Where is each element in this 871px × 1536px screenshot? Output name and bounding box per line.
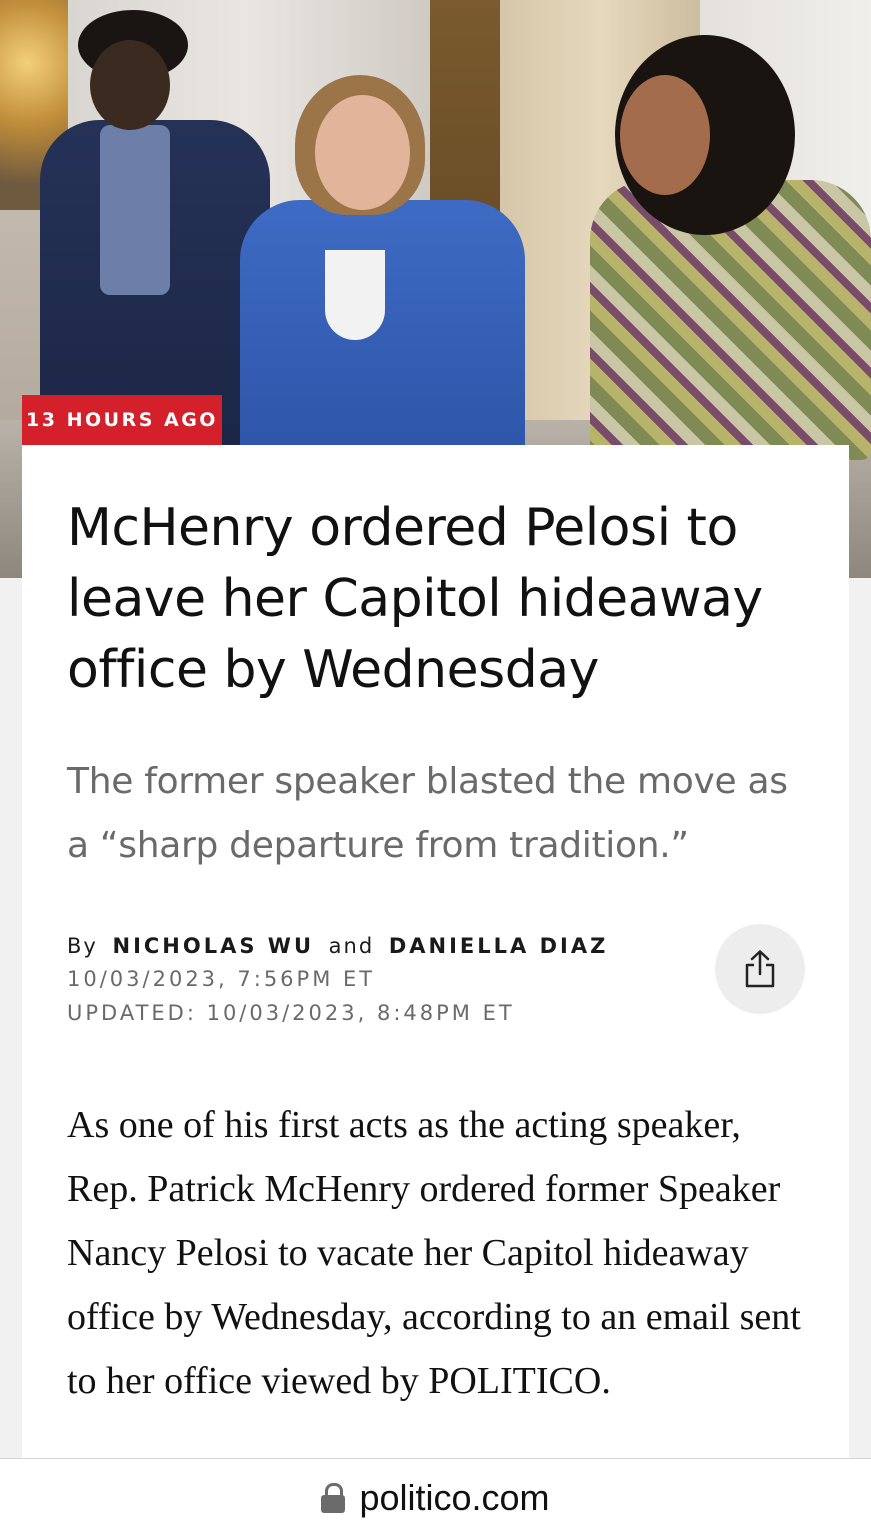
browser-address-bar[interactable]: politico.com: [0, 1458, 871, 1536]
author-link-1[interactable]: NICHOLAS WU: [113, 934, 315, 958]
article-body-paragraph: As one of his first acts as the acting s…: [67, 1104, 801, 1402]
article-headline: McHenry ordered Pelosi to leave her Capi…: [67, 498, 763, 700]
share-button[interactable]: [715, 924, 805, 1014]
lock-icon: [321, 1483, 346, 1513]
article-card: McHenry ordered Pelosi to leave her Capi…: [22, 445, 849, 1465]
byline-and: and: [328, 934, 375, 958]
article-dates: 10/03/2023, 7:56PM ET UPDATED: 10/03/202…: [67, 962, 515, 1030]
author-link-2[interactable]: DANIELLA DIAZ: [389, 934, 608, 958]
timestamp-badge: 13 HOURS AGO: [22, 395, 222, 445]
url-text[interactable]: politico.com: [359, 1477, 549, 1519]
byline-by: By: [67, 934, 98, 958]
published-date: 10/03/2023, 7:56PM ET: [67, 967, 376, 991]
byline: By NICHOLAS WU and DANIELLA DIAZ: [67, 930, 608, 963]
share-icon: [745, 950, 775, 988]
updated-date: UPDATED: 10/03/2023, 8:48PM ET: [67, 1001, 515, 1025]
article-dek: The former speaker blasted the move as a…: [67, 761, 788, 866]
